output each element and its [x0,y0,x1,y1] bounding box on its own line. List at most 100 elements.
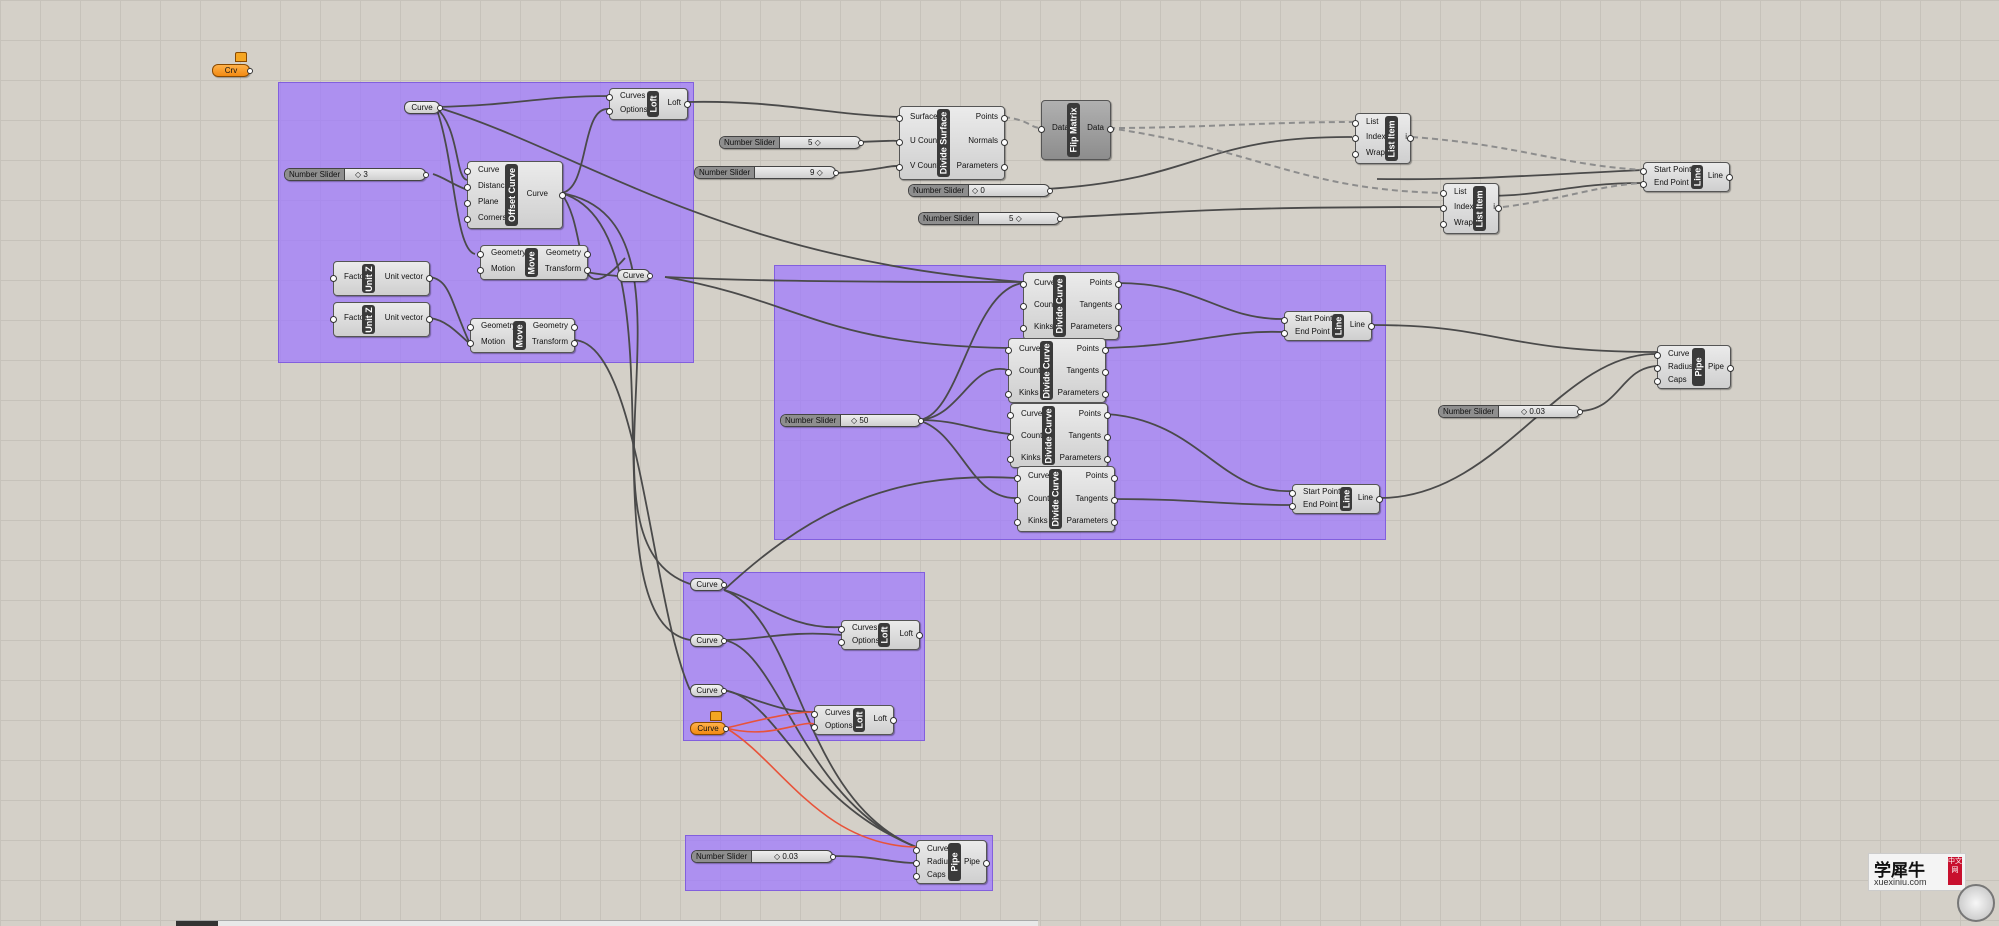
slider-v-count[interactable]: Number Slider 9 ◇ [694,166,839,179]
slider-offset-distance[interactable]: Number Slider ◇ 3 [284,168,429,181]
curve-param-bottom-3[interactable]: Curve [690,684,727,697]
listitem1-input-index: Index [1366,132,1386,141]
divide-curve-component-4[interactable]: Curve Count Kinks Divide Curve Points Ta… [1014,466,1118,532]
line-component-top[interactable]: Start Point End Point Line Line [1640,162,1733,192]
offset-curve-component[interactable]: Curve Distance Plane Corners Offset Curv… [464,161,566,229]
line-component-mid-2[interactable]: Start Point End Point Line Line [1289,484,1383,514]
pipe-bottom-title: Pipe [949,852,960,872]
listitem1-title: List Item [1386,119,1397,158]
flip-matrix-component[interactable]: Data Flip Matrix Data [1038,100,1114,160]
pipe-bottom-input-caps: Caps [927,870,946,879]
slider-name: Number Slider [1439,406,1500,417]
list-item-component-2[interactable]: List Index Wrap List Item i [1440,183,1502,234]
curve-param-bottom-1[interactable]: Curve [690,578,727,591]
pipe-right-input-radius: Radius [1668,362,1693,371]
loft-component-bottom-2[interactable]: Curves Options Loft Loft [811,705,897,735]
divide-curve-component-1[interactable]: Curve Count Kinks Divide Curve Points Ta… [1020,272,1122,340]
slider-pipe-radius-right[interactable]: Number Slider ◇ 0.03 [1438,405,1583,418]
slider-value-text: 0.03 [1529,407,1545,416]
watermark-seal: 中文网 [1948,857,1962,885]
grasshopper-canvas[interactable]: Crv Curve Curves Options Loft Loft Curve… [0,0,1999,926]
divcrv2-input-kinks: Kinks [1019,388,1039,397]
divsurf-output-points: Points [975,112,998,121]
slider-index-b[interactable]: Number Slider 5 ◇ [918,212,1063,225]
divcrv3-input-count: Count [1021,431,1043,440]
pipe-right-output: Pipe [1707,362,1724,371]
offset-title: Offset Curve [506,167,517,223]
divcrv3-input-curve: Curve [1021,409,1043,418]
slider-index-a[interactable]: Number Slider ◇ 0 [908,184,1053,197]
move1-title-bar: Move [525,248,538,277]
curves-input: Curves [620,91,646,100]
curve-param-moved[interactable]: Curve [617,269,653,282]
divcrv2-title: Divide Curve [1041,342,1052,399]
line-top-title-bar: Line [1691,165,1703,189]
divide-surface-component[interactable]: Surface U Count V Count Divide Surface P… [896,106,1008,180]
slider-divide-count[interactable]: Number Slider ◇ 50 [780,414,924,427]
divide-curve-component-3[interactable]: Curve Count Kinks Divide Curve Points Ta… [1007,403,1111,468]
line-top-input-end: End Point [1654,178,1689,187]
listitem2-input-wrap: Wrap [1454,218,1473,227]
slider-pipe-radius-bottom[interactable]: Number Slider ◇ 0.03 [691,850,836,863]
divcrv4-input-kinks: Kinks [1028,516,1048,525]
loft-component-top[interactable]: Curves Options Loft Loft [606,88,691,120]
listitem1-title-bar: List Item [1385,116,1398,161]
slider-value-text: 5 [1009,214,1014,223]
divcrv2-output-parameters: Parameters [1057,388,1099,397]
listitem2-title-bar: List Item [1473,186,1486,231]
curve-param-bottom-3-label: Curve [696,686,718,695]
line-component-mid-1[interactable]: Start Point End Point Line Line [1281,311,1375,341]
move-component-1[interactable]: Geometry Motion Move Geometry Transform [477,245,591,280]
line-mid2-input-end: End Point [1303,500,1338,509]
loft-b2-title: Loft [854,711,864,729]
curve-param-bottom-2[interactable]: Curve [690,634,727,647]
slider-value: ◇ 3 [355,170,368,179]
divcrv3-title-bar: Divide Curve [1042,406,1055,465]
line-mid2-output: Line [1357,493,1373,502]
unit-z-component-2[interactable]: Factor Unit Z Unit vector [330,302,433,337]
unitz1-title-bar: Unit Z [362,264,375,293]
slider-name: Number Slider [285,169,346,180]
list-item-component-1[interactable]: List Index Wrap List Item i [1352,113,1414,164]
divide-curve-component-2[interactable]: Curve Count Kinks Divide Curve Points Ta… [1005,338,1109,403]
divcrv4-input-curve: Curve [1028,471,1050,480]
curve-param-source[interactable]: Curve [404,101,443,114]
divcrv2-output-tangents: Tangents [1066,366,1099,375]
slider-name: Number Slider [695,167,756,178]
divsurf-output-normals: Normals [968,136,998,145]
move-component-2[interactable]: Geometry Motion Move Geometry Transform [467,318,578,353]
line-mid1-input-start: Start Point [1295,314,1333,323]
move1-input-geometry: Geometry [491,248,527,257]
slider-value-text: 0.03 [782,852,798,861]
slider-value-text: 50 [859,416,869,425]
slider-value: 5 ◇ [1009,214,1022,223]
divcrv2-input-count: Count [1019,366,1041,375]
pipe-component-bottom[interactable]: Curve Radius Caps Pipe Pipe [913,840,990,884]
divcrv3-output-parameters: Parameters [1059,453,1101,462]
horizontal-scrollbar[interactable] [176,920,1038,926]
curve-param-bottom-1-label: Curve [696,580,718,589]
loft-b2-title-bar: Loft [853,708,865,732]
crv-param-label: Crv [224,66,238,75]
unit-z-component-1[interactable]: Factor Unit Z Unit vector [330,261,433,296]
loft-b1-title: Loft [879,626,889,644]
divcrv4-title-bar: Divide Curve [1049,469,1062,529]
loft-component-bottom-1[interactable]: Curves Options Loft Loft [838,620,923,650]
pipe-component-right[interactable]: Curve Radius Caps Pipe Pipe [1654,345,1734,389]
line-mid1-title: Line [1333,316,1344,336]
loft-b2-input-options: Options [825,721,853,730]
slider-u-count[interactable]: Number Slider 5 ◇ [719,136,864,149]
canvas-navigation-widget[interactable] [1957,884,1995,922]
move1-output-transform: Transform [544,264,581,273]
listitem2-title: List Item [1474,189,1485,228]
crv-param[interactable]: Crv [212,64,253,77]
divcrv2-title-bar: Divide Curve [1040,341,1053,400]
move2-output-transform: Transform [531,337,568,346]
curve-param-bottom-selected[interactable]: Curve [690,722,729,735]
slider-name: Number Slider [692,851,753,862]
divcrv1-output-points: Points [1089,278,1112,287]
scrollbar-thumb[interactable] [176,921,218,926]
offset-input-curve: Curve [478,165,500,174]
move2-title-bar: Move [513,321,526,350]
loft-b1-input-curves: Curves [852,623,878,632]
